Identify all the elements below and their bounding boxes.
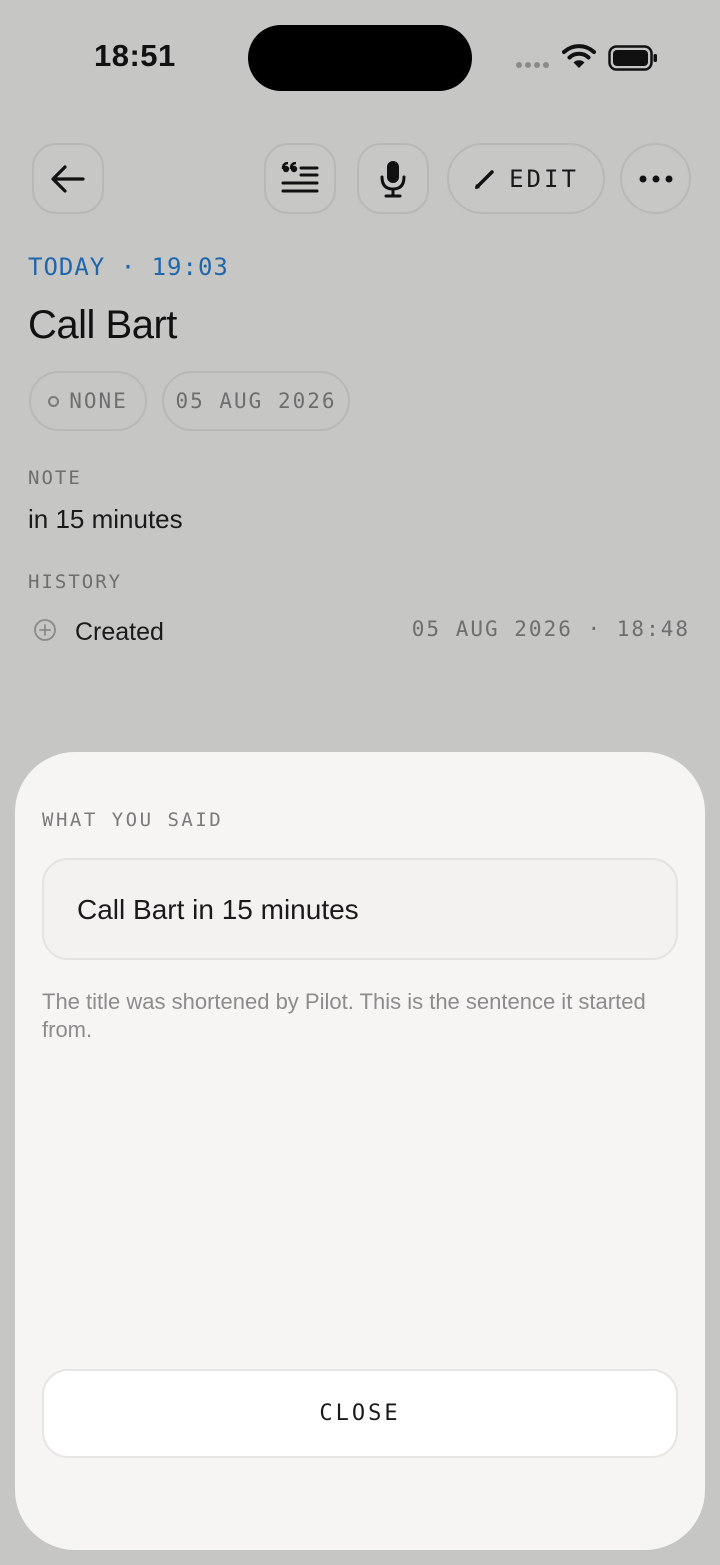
- dynamic-island: [248, 25, 472, 91]
- arrow-left-icon: [51, 164, 85, 193]
- note-label: NOTE: [28, 467, 82, 489]
- wifi-icon: [562, 44, 596, 68]
- reminder-title: Call Bart: [28, 303, 177, 347]
- ellipsis-icon: [639, 175, 672, 182]
- status-time: 18:51: [94, 38, 176, 73]
- pencil-icon: [475, 169, 494, 189]
- plus-circle-icon: [34, 619, 56, 641]
- transcript-button[interactable]: [264, 143, 336, 214]
- back-button[interactable]: [32, 143, 104, 214]
- priority-chip-label: NONE: [69, 389, 128, 413]
- history-event: Created: [75, 618, 164, 646]
- more-options-button[interactable]: [620, 143, 691, 214]
- history-time: 05 AUG 2026 · 18:48: [411, 617, 690, 641]
- sheet-help-text: The title was shortened by Pilot. This i…: [42, 989, 646, 1042]
- cellular-signal-icon: [516, 62, 549, 68]
- microphone-button[interactable]: [357, 143, 429, 214]
- edit-button[interactable]: EDIT: [447, 143, 605, 214]
- battery-icon: [608, 45, 657, 71]
- date-chip[interactable]: 05 AUG 2026: [162, 371, 350, 431]
- spoken-sentence-box: Call Bart in 15 minutes: [42, 858, 678, 960]
- priority-chip[interactable]: NONE: [29, 371, 147, 431]
- microphone-icon: [380, 160, 406, 197]
- quote-lines-icon: [281, 161, 319, 192]
- note-text: in 15 minutes: [28, 504, 183, 534]
- spoken-sentence: Call Bart in 15 minutes: [77, 894, 359, 925]
- what-you-said-sheet: WHAT YOU SAID Call Bart in 15 minutes Th…: [15, 752, 705, 1550]
- close-button[interactable]: CLOSE: [42, 1369, 678, 1458]
- reminder-due-time: TODAY · 19:03: [28, 253, 229, 281]
- history-label: HISTORY: [28, 571, 123, 593]
- date-chip-label: 05 AUG 2026: [175, 389, 337, 413]
- edit-label: EDIT: [509, 164, 579, 193]
- circle-icon: [48, 395, 60, 407]
- sheet-label: WHAT YOU SAID: [42, 809, 224, 831]
